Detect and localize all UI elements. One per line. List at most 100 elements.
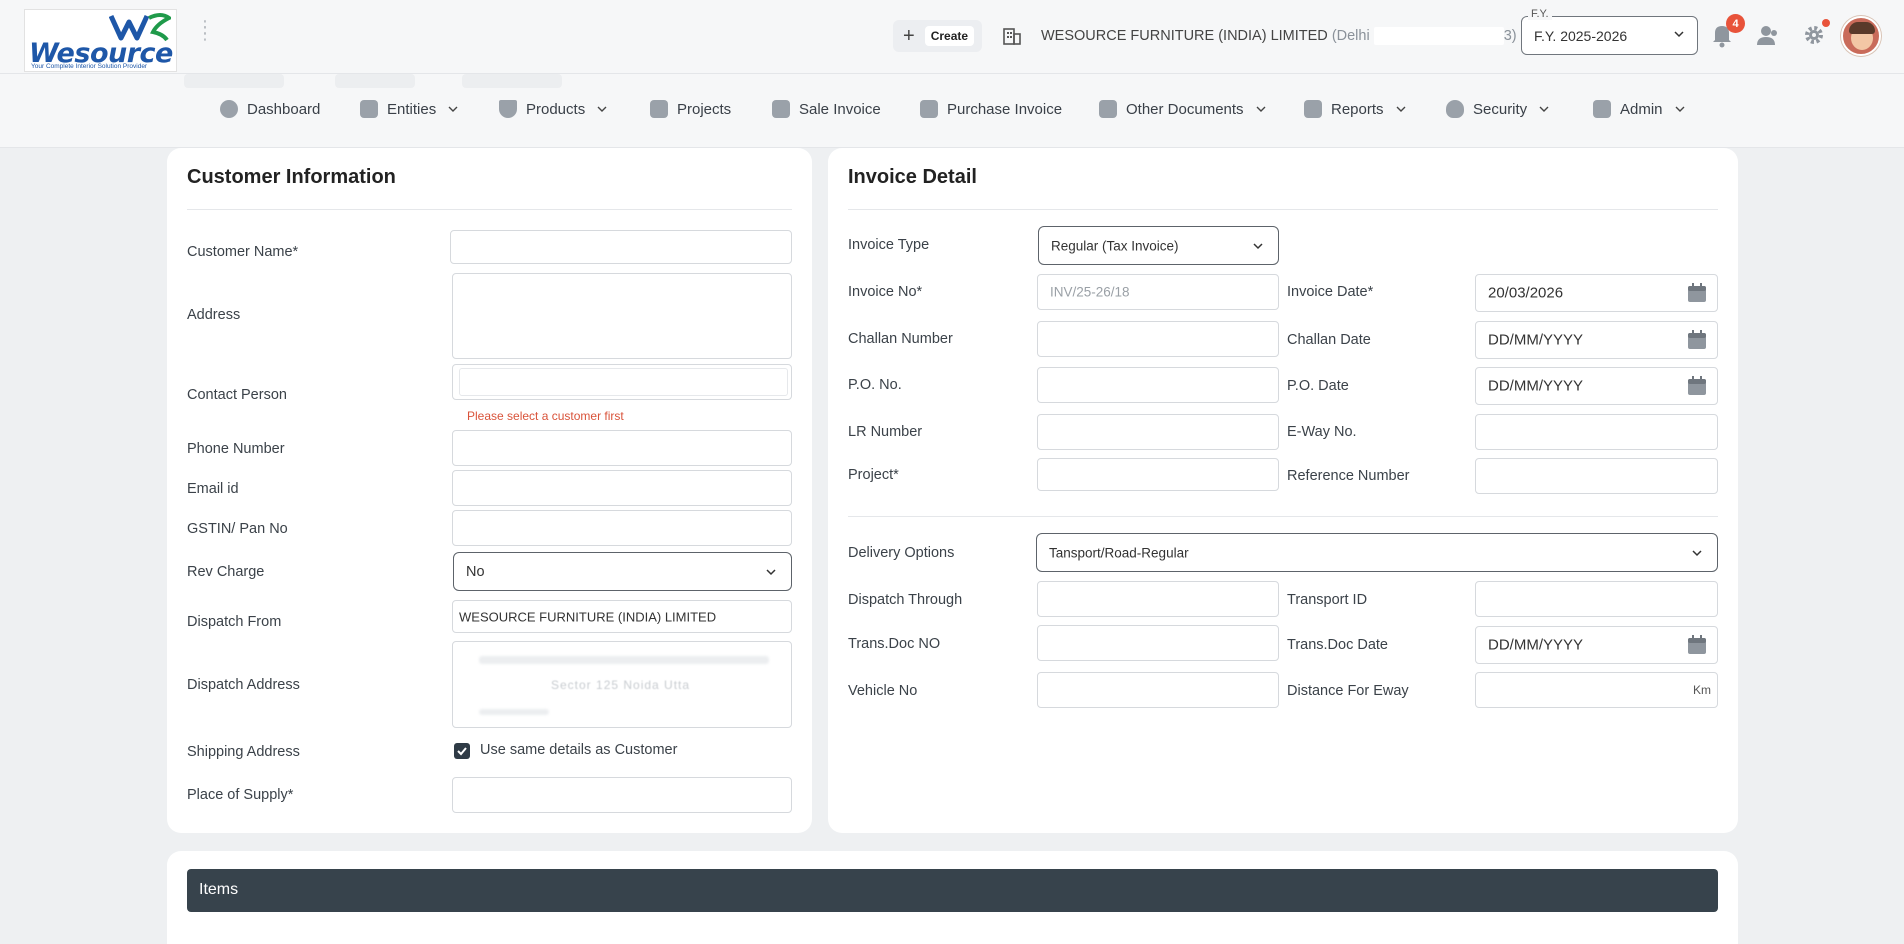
nav-label: Other Documents bbox=[1126, 100, 1244, 118]
company-location: (Delhi bbox=[1331, 27, 1370, 44]
redacted-text bbox=[479, 709, 549, 715]
users-icon[interactable] bbox=[1756, 24, 1780, 46]
delivery-options-select[interactable]: Tansport/Road-Regular bbox=[1036, 533, 1718, 572]
nav-projects[interactable]: Projects bbox=[650, 100, 731, 118]
phone-input[interactable] bbox=[452, 430, 792, 466]
notification-badge: 4 bbox=[1726, 14, 1745, 33]
sale-invoice-icon bbox=[772, 100, 790, 118]
email-input[interactable] bbox=[452, 470, 792, 506]
admin-icon bbox=[1593, 100, 1611, 118]
po-date-input[interactable]: DD/MM/YYYY bbox=[1475, 367, 1718, 405]
chevron-down-icon bbox=[1692, 549, 1702, 556]
invoice-no-input[interactable]: INV/25-26/18 bbox=[1037, 274, 1279, 310]
trans-doc-no-input[interactable] bbox=[1037, 625, 1279, 661]
gear-icon[interactable] bbox=[1802, 23, 1826, 47]
projects-icon bbox=[650, 100, 668, 118]
company-logo[interactable]: Wesource Your Complete Interior Solution… bbox=[24, 9, 177, 72]
purchase-invoice-icon bbox=[920, 100, 938, 118]
company-name: WESOURCE FURNITURE (INDIA) LIMITED bbox=[1041, 27, 1328, 44]
distance-input[interactable]: Km bbox=[1475, 672, 1718, 708]
invoice-type-label: Invoice Type bbox=[848, 237, 930, 253]
calendar-icon[interactable] bbox=[1687, 330, 1707, 350]
dispatch-from-label: Dispatch From bbox=[187, 614, 282, 630]
invoice-card-title: Invoice Detail bbox=[848, 166, 977, 188]
gstin-input[interactable] bbox=[452, 510, 792, 546]
po-date-label: P.O. Date bbox=[1287, 378, 1349, 394]
nav-other-documents[interactable]: Other Documents bbox=[1099, 100, 1266, 118]
menu-dots-icon[interactable]: ⋮ ⋮ bbox=[196, 18, 214, 42]
fy-select[interactable]: F.Y. F.Y. 2025-2026 bbox=[1521, 8, 1698, 55]
nav-products[interactable]: Products bbox=[499, 100, 607, 118]
challan-date-label: Challan Date bbox=[1287, 332, 1371, 348]
main-nav: Dashboard Entities Products Projects Sal… bbox=[0, 74, 1904, 148]
trans-doc-date-input[interactable]: DD/MM/YYYY bbox=[1475, 626, 1718, 664]
products-icon bbox=[499, 100, 517, 118]
address-textarea[interactable] bbox=[452, 273, 792, 359]
dashboard-icon bbox=[220, 100, 238, 118]
reports-icon bbox=[1304, 100, 1322, 118]
eway-no-label: E-Way No. bbox=[1287, 424, 1357, 440]
challan-number-label: Challan Number bbox=[848, 331, 953, 347]
invoice-no-label: Invoice No* bbox=[848, 284, 923, 300]
contact-person-select[interactable] bbox=[452, 364, 792, 400]
invoice-type-value: Regular (Tax Invoice) bbox=[1051, 238, 1179, 253]
nav-security[interactable]: Security bbox=[1446, 100, 1549, 118]
chevron-down-icon bbox=[1256, 106, 1266, 112]
challan-date-input[interactable]: DD/MM/YYYY bbox=[1475, 321, 1718, 359]
same-as-customer-label: Use same details as Customer bbox=[480, 742, 678, 758]
calendar-icon[interactable] bbox=[1687, 376, 1707, 396]
dispatch-from-input[interactable]: WESOURCE FURNITURE (INDIA) LIMITED bbox=[452, 600, 792, 633]
project-input[interactable] bbox=[1037, 458, 1279, 491]
invoice-date-input[interactable]: 20/03/2026 bbox=[1475, 274, 1718, 312]
same-as-customer-checkbox[interactable] bbox=[454, 743, 470, 759]
invoice-type-select[interactable]: Regular (Tax Invoice) bbox=[1038, 226, 1279, 265]
distance-label: Distance For Eway bbox=[1287, 683, 1409, 699]
trans-doc-date-label: Trans.Doc Date bbox=[1287, 637, 1388, 653]
calendar-icon[interactable] bbox=[1687, 635, 1707, 655]
chevron-down-icon bbox=[1396, 106, 1406, 112]
nav-dashboard[interactable]: Dashboard bbox=[220, 100, 320, 118]
nav-label: Purchase Invoice bbox=[947, 100, 1063, 118]
nav-entities[interactable]: Entities bbox=[360, 100, 458, 118]
nav-label: Admin bbox=[1620, 100, 1663, 118]
security-icon bbox=[1446, 100, 1464, 118]
lr-number-input[interactable] bbox=[1037, 414, 1279, 450]
vehicle-no-input[interactable] bbox=[1037, 672, 1279, 708]
check-icon bbox=[457, 747, 467, 756]
po-no-input[interactable] bbox=[1037, 367, 1279, 403]
nav-reports[interactable]: Reports bbox=[1304, 100, 1406, 118]
entities-icon bbox=[360, 100, 378, 118]
challan-date-placeholder: DD/MM/YYYY bbox=[1488, 331, 1584, 349]
challan-number-input[interactable] bbox=[1037, 321, 1279, 357]
dispatch-address-textarea[interactable]: Sector 125 Noida Utta bbox=[452, 641, 792, 728]
chevron-down-icon bbox=[1675, 106, 1685, 112]
company-suffix: 3) bbox=[1503, 27, 1517, 44]
po-no-label: P.O. No. bbox=[848, 377, 902, 393]
dispatch-through-input[interactable] bbox=[1037, 581, 1279, 617]
rev-charge-select[interactable]: No bbox=[453, 552, 792, 591]
lr-number-label: LR Number bbox=[848, 424, 923, 440]
reference-number-input[interactable] bbox=[1475, 458, 1718, 494]
nav-sale-invoice[interactable]: Sale Invoice bbox=[772, 100, 881, 118]
customer-name-input[interactable] bbox=[450, 230, 792, 264]
chevron-down-icon bbox=[597, 106, 607, 112]
create-button[interactable]: + Create bbox=[893, 20, 983, 52]
building-icon bbox=[1003, 28, 1021, 45]
transport-id-input[interactable] bbox=[1475, 581, 1718, 617]
settings-alert-dot bbox=[1822, 19, 1830, 27]
invoice-no-placeholder: INV/25-26/18 bbox=[1050, 284, 1130, 300]
divider bbox=[848, 516, 1718, 517]
avatar[interactable] bbox=[1841, 16, 1881, 56]
nav-purchase-invoice[interactable]: Purchase Invoice bbox=[920, 100, 1062, 118]
company-selector[interactable]: WESOURCE FURNITURE (INDIA) LIMITED (Delh… bbox=[1041, 27, 1517, 45]
delivery-options-label: Delivery Options bbox=[848, 545, 955, 561]
place-of-supply-input[interactable] bbox=[452, 777, 792, 813]
nav-ghost bbox=[462, 74, 562, 88]
po-date-placeholder: DD/MM/YYYY bbox=[1488, 377, 1584, 395]
nav-admin[interactable]: Admin bbox=[1593, 100, 1685, 118]
nav-label: Entities bbox=[387, 100, 437, 118]
dispatch-from-value: WESOURCE FURNITURE (INDIA) LIMITED bbox=[459, 609, 717, 624]
place-of-supply-label: Place of Supply* bbox=[187, 787, 294, 803]
eway-no-input[interactable] bbox=[1475, 414, 1718, 450]
calendar-icon[interactable] bbox=[1687, 283, 1707, 303]
